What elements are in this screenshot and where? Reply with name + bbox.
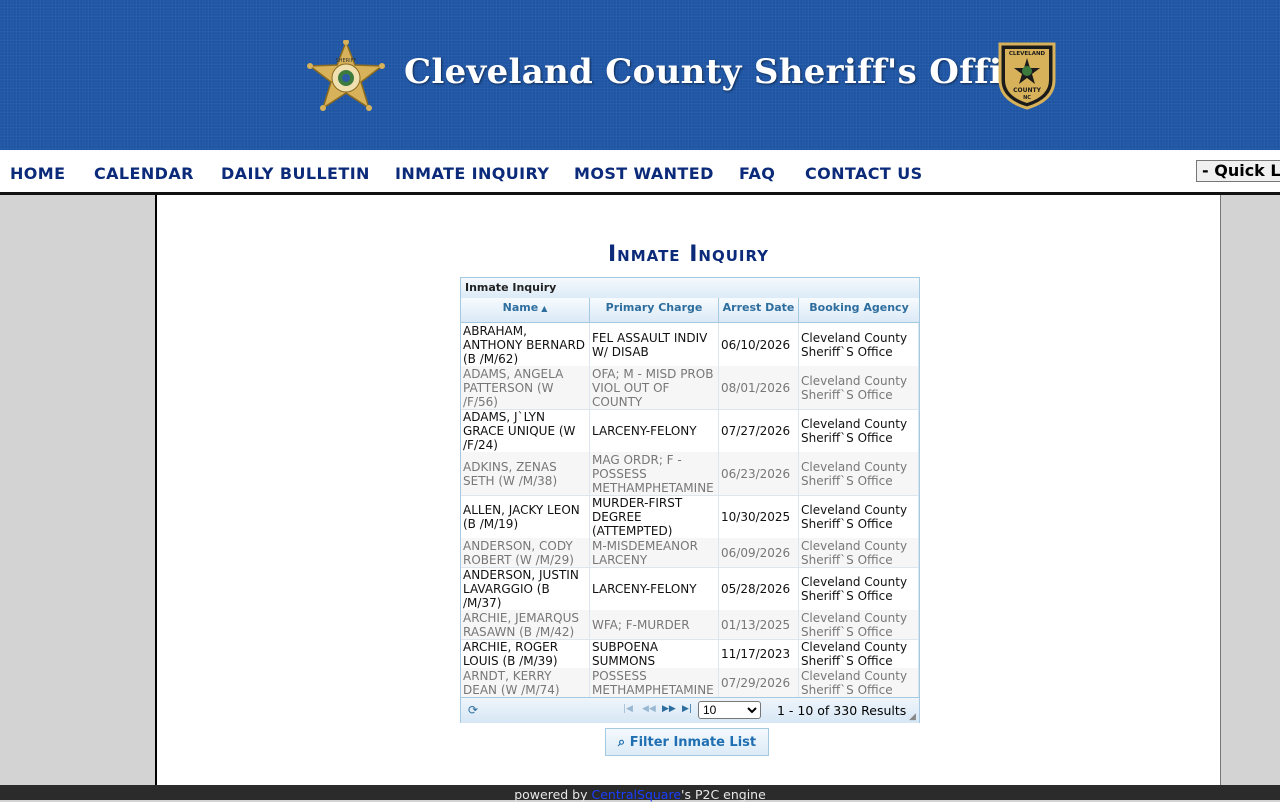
cell-arrest-date: 05/28/2026 [719,567,799,610]
cell-name[interactable]: ABRAHAM, ANTHONY BERNARD (B /M/62) [461,323,590,366]
table-row[interactable]: ALLEN, JACKY LEON (B /M/19) MURDER-FIRST … [461,495,919,539]
cell-booking-agency: Cleveland County Sheriff`S Office [799,452,919,495]
cell-charge: LARCENY-FELONY [590,567,719,610]
page-title: Inmate Inquiry [607,242,770,267]
table-row[interactable]: ABRAHAM, ANTHONY BERNARD (B /M/62) FEL AS… [461,323,919,367]
cell-booking-agency: Cleveland County Sheriff`S Office [799,538,919,567]
prev-page-icon[interactable]: ◀◀ [642,704,656,714]
results-count: 1 - 10 of 330 Results [777,703,907,718]
cell-name[interactable]: ARCHIE, ROGER LOUIS (B /M/39) [461,639,590,668]
table-row[interactable]: ARNDT, KERRY DEAN (W /M/74) POSSESS METHA… [461,668,919,698]
cell-charge: MURDER-FIRST DEGREE (ATTEMPTED) [590,495,719,538]
cell-charge: WFA; F-MURDER [590,610,719,639]
filter-inmate-list-button[interactable]: ⌕ Filter Inmate List [605,728,769,756]
seal-text-top: CLEVELAND [1009,51,1046,57]
cell-arrest-date: 01/13/2025 [719,610,799,639]
table-row[interactable]: ADKINS, ZENAS SETH (W /M/38) MAG ORDR; F … [461,452,919,496]
next-page-icon[interactable]: ▶▶ [662,704,676,714]
cell-booking-agency: Cleveland County Sheriff`S Office [799,366,919,409]
cell-charge: MAG ORDR; F - POSSESS METHAMPHETAMINE [590,452,719,495]
column-header-arrest-date[interactable]: Arrest Date [719,298,799,322]
cell-booking-agency: Cleveland County Sheriff`S Office [799,610,919,639]
seal-text-bottom: COUNTY [1013,87,1041,94]
cell-charge: M-MISDEMEANOR LARCENY [590,538,719,567]
cell-name[interactable]: ADAMS, J`LYN GRACE UNIQUE (W /F/24) [461,409,590,452]
nav-contact-us[interactable]: CONTACT US [805,164,923,183]
cell-arrest-date: 07/27/2026 [719,409,799,452]
table-row[interactable]: ANDERSON, CODY ROBERT (W /M/29) M-MISDEME… [461,538,919,568]
page-footer: powered by CentralSquare's P2C engine [0,785,1280,802]
column-header-name-label: Name [502,301,539,314]
cell-charge: POSSESS METHAMPHETAMINE [590,668,719,697]
cell-arrest-date: 11/17/2023 [719,639,799,668]
cell-arrest-date: 07/29/2026 [719,668,799,697]
nav-calendar[interactable]: CALENDAR [94,164,194,183]
table-row[interactable]: ARCHIE, ROGER LOUIS (B /M/39) SUBPOENA SU… [461,639,919,669]
refresh-icon[interactable]: ⟳ [468,703,478,717]
page-size-select[interactable]: 102550100 [698,701,761,719]
header-banner: SHERIFF Cleveland County Sheriff's Offic… [0,0,1280,150]
table-row[interactable]: ADAMS, J`LYN GRACE UNIQUE (W /F/24) LARCE… [461,409,919,453]
nav-most-wanted[interactable]: MOST WANTED [574,164,714,183]
county-seal-icon: CLEVELAND COUNTY NC [998,42,1056,110]
cell-name[interactable]: ADKINS, ZENAS SETH (W /M/38) [461,452,590,495]
nav-daily-bulletin[interactable]: DAILY BULLETIN [221,164,370,183]
nav-faq[interactable]: FAQ [739,164,775,183]
cell-booking-agency: Cleveland County Sheriff`S Office [799,409,919,452]
grid-pager: ⟳ |◀ ◀◀ ▶▶ ▶| 102550100 1 - 10 of 330 Re… [461,697,919,723]
table-row[interactable]: ANDERSON, JUSTIN LAVARGGIO (B /M/37) LARC… [461,567,919,611]
badge-text: SHERIFF [336,58,357,64]
column-header-booking-agency[interactable]: Booking Agency [799,298,919,322]
cell-name[interactable]: ARCHIE, JEMARQUS RASAWN (B /M/42) [461,610,590,639]
last-page-icon[interactable]: ▶| [682,704,692,714]
cell-name[interactable]: ADAMS, ANGELA PATTERSON (W /F/56) [461,366,590,409]
site-title: Cleveland County Sheriff's Office [404,52,1046,92]
column-header-name[interactable]: Name ▲ [461,298,590,322]
cell-arrest-date: 06/23/2026 [719,452,799,495]
cell-charge: FEL ASSAULT INDIV W/ DISAB [590,323,719,366]
cell-charge: SUBPOENA SUMMONS [590,639,719,668]
column-header-charge[interactable]: Primary Charge [590,298,719,322]
cell-booking-agency: Cleveland County Sheriff`S Office [799,567,919,610]
main-nav: HOME CALENDAR DAILY BULLETIN INMATE INQU… [0,150,1280,195]
content-panel: Inmate Inquiry Inmate Inquiry Name ▲ Prim… [155,195,1221,785]
filter-button-label: Filter Inmate List [629,735,757,750]
cell-name[interactable]: ALLEN, JACKY LEON (B /M/19) [461,495,590,538]
nav-home[interactable]: HOME [10,164,65,183]
cell-name[interactable]: ANDERSON, CODY ROBERT (W /M/29) [461,538,590,567]
search-icon: ⌕ [617,735,630,750]
grid-header: Name ▲ Primary Charge Arrest Date Booking… [461,298,919,323]
cell-arrest-date: 06/09/2026 [719,538,799,567]
first-page-icon[interactable]: |◀ [623,704,633,714]
cell-charge: LARCENY-FELONY [590,409,719,452]
cell-booking-agency: Cleveland County Sheriff`S Office [799,323,919,366]
sheriff-star-badge-icon: SHERIFF [307,40,385,111]
cell-arrest-date: 06/10/2026 [719,323,799,366]
cell-arrest-date: 08/01/2026 [719,366,799,409]
cell-arrest-date: 10/30/2025 [719,495,799,538]
table-row[interactable]: ARCHIE, JEMARQUS RASAWN (B /M/42) WFA; F-… [461,610,919,640]
sort-asc-icon: ▲ [541,304,548,313]
cell-booking-agency: Cleveland County Sheriff`S Office [799,495,919,538]
resize-handle-icon[interactable]: ◢ [909,712,917,722]
nav-inmate-inquiry[interactable]: INMATE INQUIRY [395,164,549,183]
cell-name[interactable]: ARNDT, KERRY DEAN (W /M/74) [461,668,590,697]
cell-booking-agency: Cleveland County Sheriff`S Office [799,668,919,697]
cell-name[interactable]: ANDERSON, JUSTIN LAVARGGIO (B /M/37) [461,567,590,610]
grid-caption: Inmate Inquiry [461,278,919,298]
seal-text-state: NC [1023,95,1031,101]
inmate-grid: Inmate Inquiry Name ▲ Primary Charge Arre… [460,277,920,723]
table-row[interactable]: ADAMS, ANGELA PATTERSON (W /F/56) OFA; M … [461,366,919,410]
cell-booking-agency: Cleveland County Sheriff`S Office [799,639,919,668]
cell-charge: OFA; M - MISD PROB VIOL OUT OF COUNTY [590,366,719,409]
quick-links-dropdown[interactable]: - Quick L [1196,160,1280,182]
